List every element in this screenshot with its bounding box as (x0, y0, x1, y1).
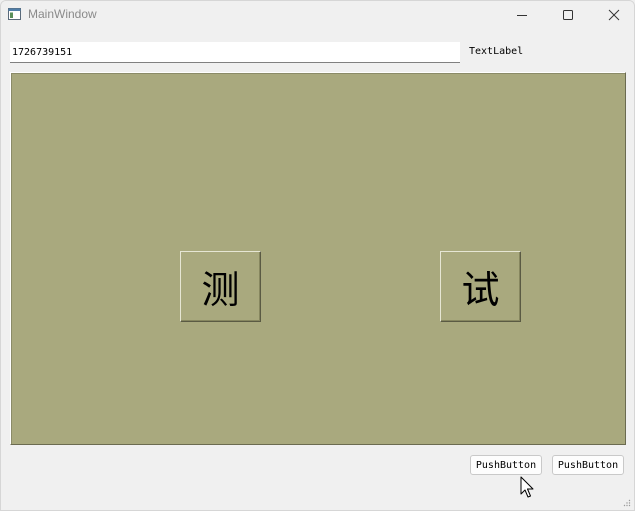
title-bar[interactable]: MainWindow (1, 1, 634, 29)
close-button[interactable] (591, 1, 634, 29)
push-button-2[interactable]: PushButton (552, 455, 624, 475)
mouse-cursor-icon (520, 476, 534, 498)
maximize-icon (563, 10, 573, 20)
close-icon (608, 9, 620, 21)
push-button-1[interactable]: PushButton (470, 455, 542, 475)
main-window: MainWindow TextLabel 测 试 PushButton Push… (0, 0, 635, 511)
window-title: MainWindow (28, 7, 97, 21)
maximize-button[interactable] (545, 1, 591, 29)
shi-button[interactable]: 试 (440, 251, 521, 322)
minimize-button[interactable] (499, 1, 545, 29)
window-app-icon (8, 8, 21, 20)
ce-button[interactable]: 测 (180, 251, 261, 322)
text-label: TextLabel (469, 46, 524, 57)
content-panel: 测 试 (10, 72, 626, 445)
minimize-icon (517, 15, 527, 16)
text-input[interactable] (10, 42, 460, 63)
resize-grip-icon[interactable] (623, 499, 631, 507)
